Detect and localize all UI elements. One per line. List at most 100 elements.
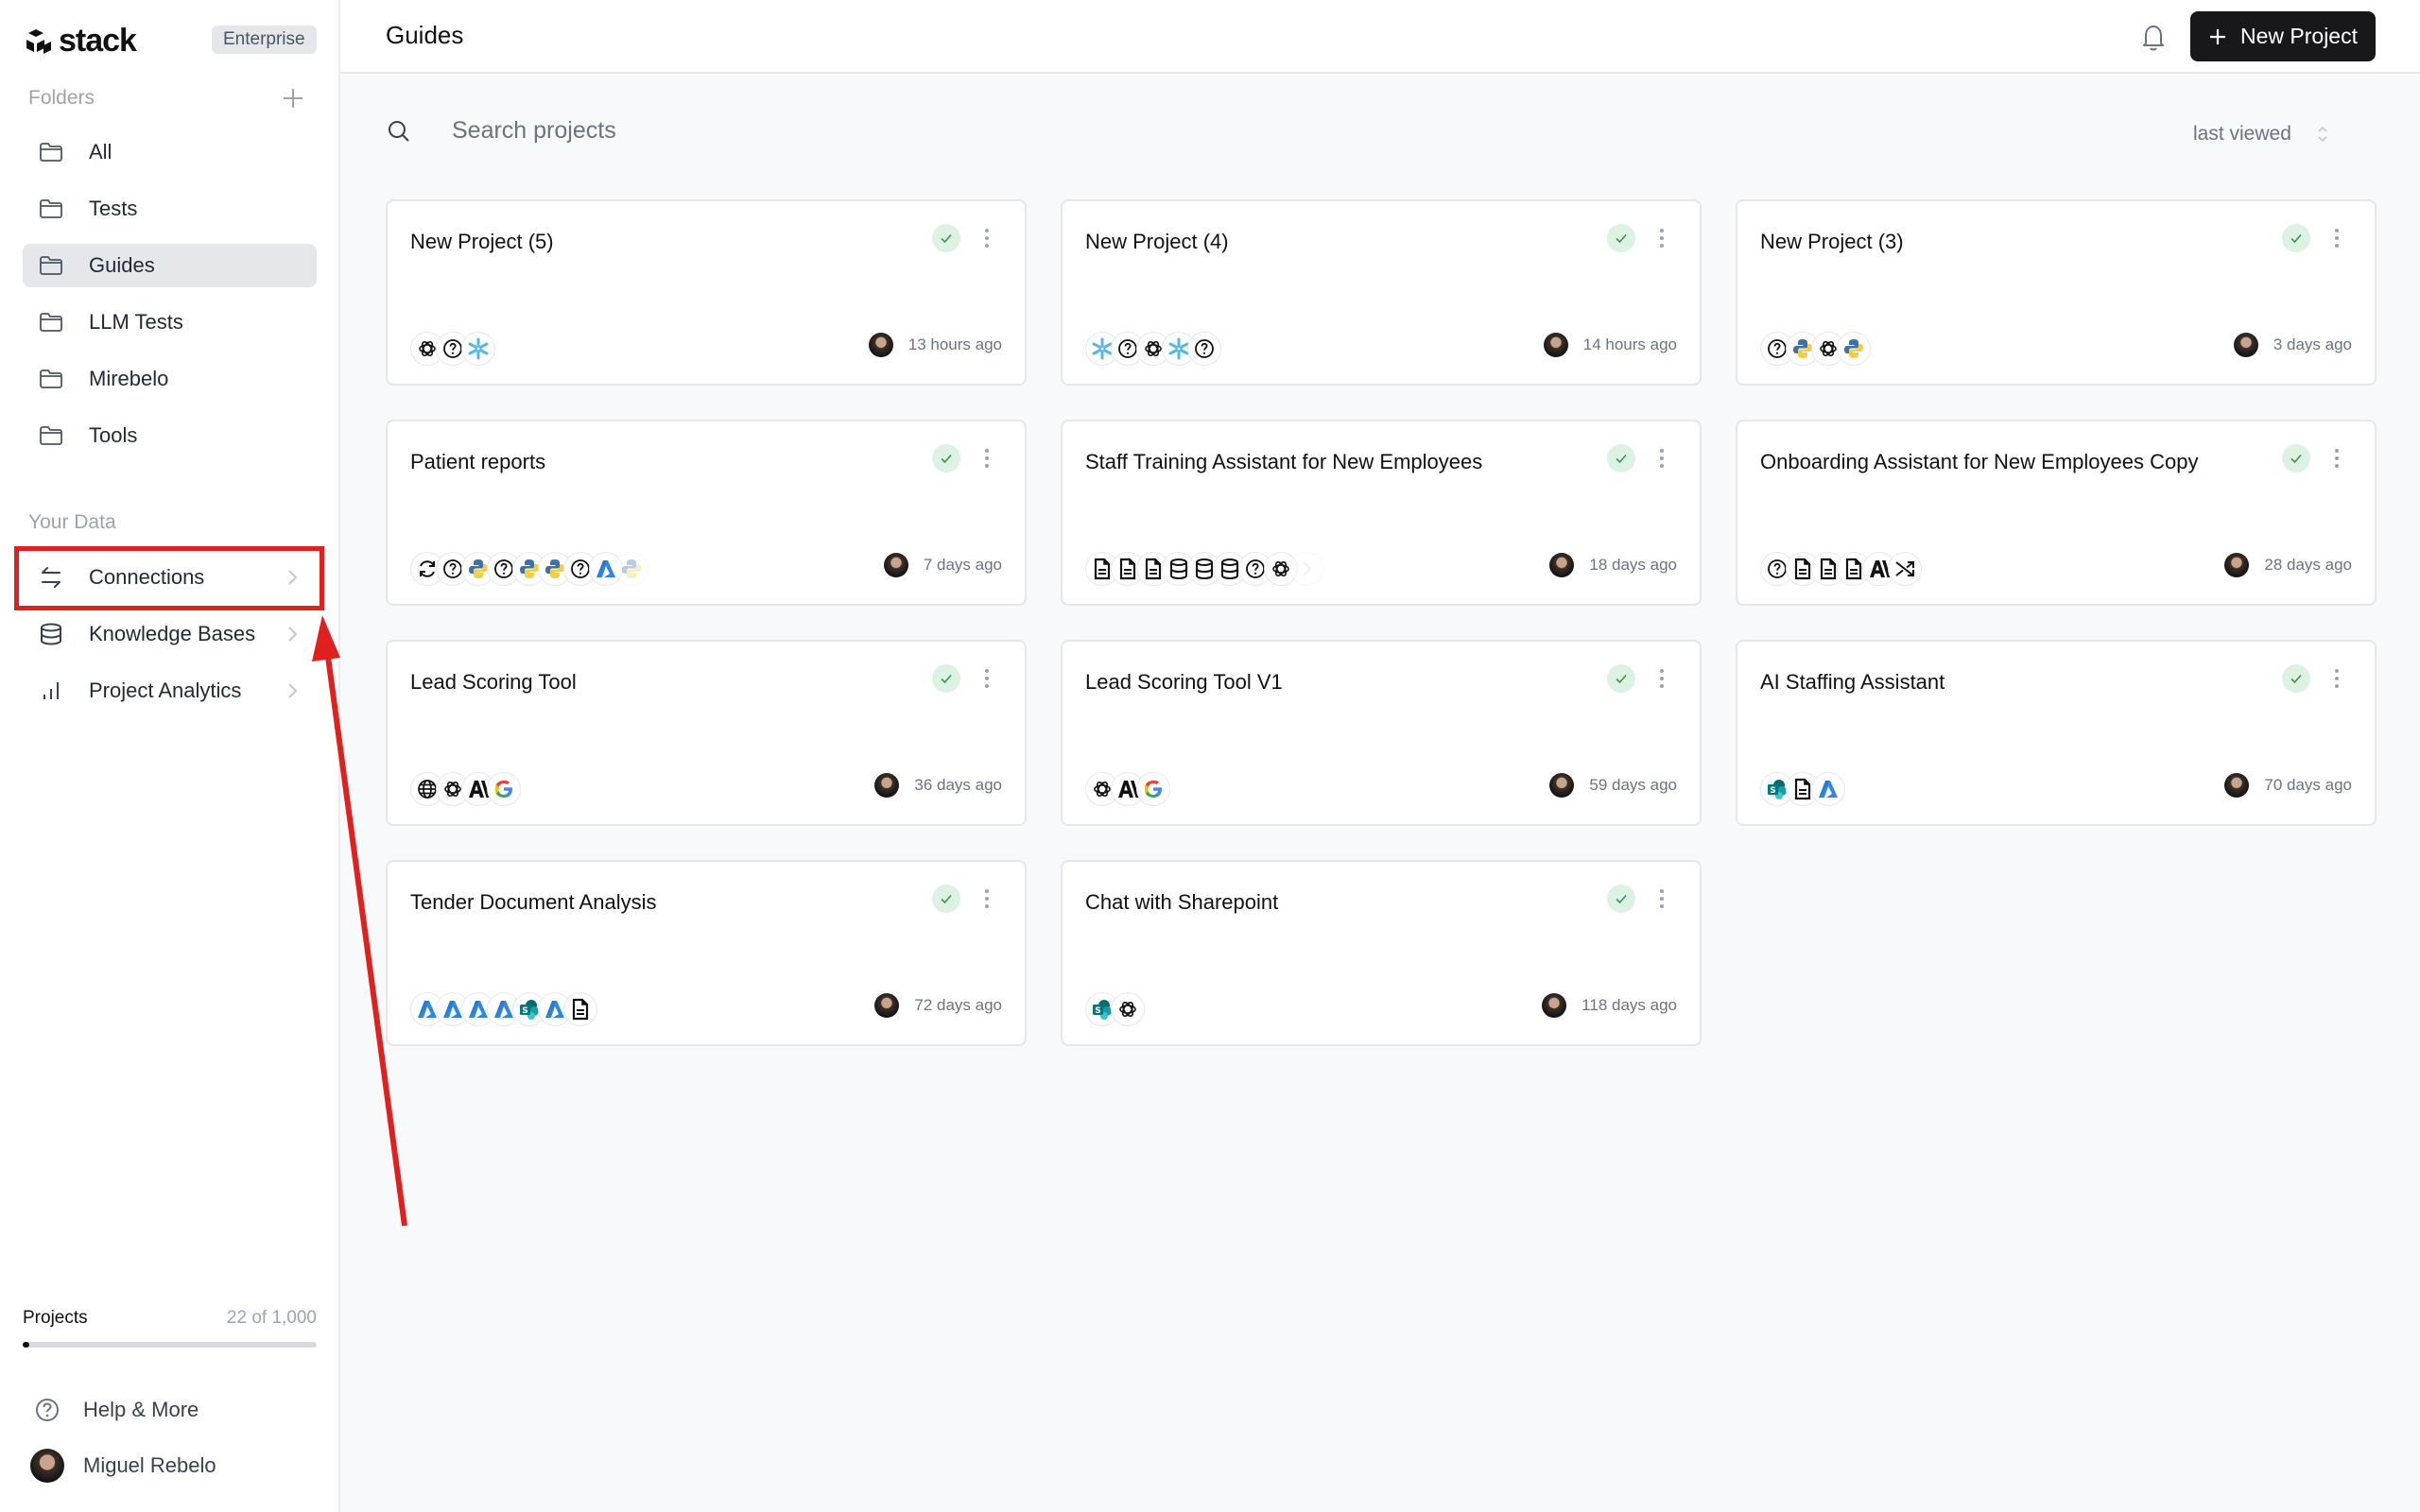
sidebar-folder-tests[interactable]: Tests [23, 187, 317, 231]
more-options-icon[interactable] [1652, 664, 1671, 693]
new-project-button[interactable]: New Project [2190, 11, 2376, 61]
integration-icons: S [410, 992, 597, 1026]
project-title: New Project (3) [1760, 230, 1904, 253]
projects-usage: Projects 22 of 1,000 [23, 1308, 317, 1348]
logo-text: stack [59, 23, 137, 59]
more-options-icon[interactable] [2327, 224, 2346, 252]
integration-icons [1760, 332, 1871, 366]
project-meta: 70 days ago [2224, 773, 2352, 798]
sidebar-folder-all[interactable]: All [23, 130, 317, 174]
project-meta: 72 days ago [874, 993, 1002, 1018]
logo[interactable]: stack [23, 23, 137, 60]
sidebar-folder-mirebelo[interactable]: Mirebelo [23, 357, 317, 401]
bell-icon[interactable] [2138, 21, 2169, 53]
status-check-icon [932, 664, 960, 693]
last-viewed-time: 59 days ago [1589, 776, 1677, 794]
project-title: New Project (4) [1085, 230, 1229, 253]
owner-avatar [1549, 553, 1575, 577]
project-title: Patient reports [410, 450, 546, 473]
more-options-icon[interactable] [977, 444, 996, 472]
sidebar-item-label: Tools [89, 423, 138, 447]
project-card[interactable]: Tender Document Analysis S 72 days ago [386, 860, 1027, 1046]
more-options-icon[interactable] [2327, 444, 2346, 472]
more-options-icon[interactable] [977, 224, 996, 252]
status-check-icon [1607, 885, 1635, 913]
user-profile-button[interactable]: Miguel Rebelo [30, 1449, 216, 1483]
usage-label: Projects [23, 1308, 88, 1328]
search-input[interactable] [452, 117, 1019, 145]
project-meta: 36 days ago [874, 773, 1002, 798]
help-and-more-button[interactable]: Help & More [30, 1393, 199, 1427]
more-options-icon[interactable] [1652, 885, 1671, 913]
owner-avatar [1542, 993, 1567, 1018]
shuffle-icon [1888, 552, 1922, 586]
more-options-icon[interactable] [2327, 664, 2346, 693]
chevron-right-icon [288, 683, 298, 698]
project-title: Tender Document Analysis [410, 890, 657, 914]
user-name: Miguel Rebelo [83, 1453, 216, 1477]
sidebar-folder-guides[interactable]: Guides [23, 244, 317, 287]
project-meta: 59 days ago [1549, 773, 1677, 798]
sidebar-folder-llm-tests[interactable]: LLM Tests [23, 301, 317, 344]
last-viewed-time: 18 days ago [1589, 556, 1677, 574]
help-circle-icon [30, 1393, 64, 1427]
project-card[interactable]: Lead Scoring Tool V1 59 days ago [1061, 640, 1702, 826]
last-viewed-time: 3 days ago [2273, 335, 2352, 353]
status-check-icon [1607, 664, 1635, 693]
search-bar [386, 117, 1019, 145]
annotation-highlight-box [14, 546, 324, 610]
project-meta: 3 days ago [2233, 333, 2352, 357]
sort-select[interactable]: last viewed [2193, 123, 2329, 146]
project-title: AI Staffing Assistant [1760, 670, 1945, 694]
project-card[interactable]: AI Staffing Assistant S 70 days ago [1736, 640, 2377, 826]
owner-avatar [868, 333, 893, 357]
project-card[interactable]: New Project (5) 13 hours ago [386, 199, 1027, 386]
folder-icon [38, 139, 64, 165]
python-icon [614, 552, 648, 586]
integration-icons [410, 332, 495, 366]
integration-icons: S [1760, 772, 1845, 806]
project-meta: 13 hours ago [868, 333, 1002, 357]
project-title: Lead Scoring Tool [410, 670, 577, 694]
chevron-up-down-icon [2318, 126, 2327, 143]
more-options-icon[interactable] [977, 885, 996, 913]
project-card[interactable]: New Project (4) 14 hours ago [1061, 199, 1702, 386]
usage-progress-bar [23, 1342, 317, 1348]
sidebar-item-label: Tests [89, 197, 138, 220]
azure-icon [1811, 772, 1845, 806]
folder-icon [38, 252, 64, 279]
more-options-icon[interactable] [977, 664, 996, 693]
project-meta: 18 days ago [1549, 553, 1677, 577]
folder-icon [38, 196, 64, 222]
sidebar-folder-tools[interactable]: Tools [23, 414, 317, 457]
more-options-icon[interactable] [1652, 224, 1671, 252]
project-meta: 118 days ago [1542, 993, 1677, 1018]
integration-icons [1085, 772, 1170, 806]
owner-avatar [2233, 333, 2258, 357]
owner-avatar [874, 773, 900, 798]
page-title: Guides [386, 21, 464, 49]
last-viewed-time: 70 days ago [2264, 776, 2352, 794]
sidebar-item-project-analytics[interactable]: Project Analytics [23, 669, 317, 713]
sidebar-item-label: Knowledge Bases [89, 622, 256, 645]
bar-chart-icon [38, 678, 64, 704]
status-check-icon [932, 885, 960, 913]
sidebar-item-knowledge-bases[interactable]: Knowledge Bases [23, 612, 317, 656]
usage-count: 22 of 1,000 [226, 1308, 317, 1328]
svg-text:S: S [522, 1006, 527, 1016]
sidebar-item-label: LLM Tests [89, 310, 183, 334]
openai-icon [1111, 992, 1145, 1026]
project-card[interactable]: Staff Training Assistant for New Employe… [1061, 420, 1702, 606]
add-folder-icon[interactable] [280, 85, 306, 112]
project-card[interactable]: New Project (3) 3 days ago [1736, 199, 2377, 386]
sidebar-item-label: Guides [89, 253, 155, 277]
python-icon [1837, 332, 1871, 366]
project-card[interactable]: Chat with Sharepoint S 118 days ago [1061, 860, 1702, 1046]
status-check-icon [932, 224, 960, 252]
database-icon [38, 621, 64, 647]
folder-icon [38, 309, 64, 335]
project-card[interactable]: Patient reports 7 days ago [386, 420, 1027, 606]
project-card[interactable]: Lead Scoring Tool 36 days ago [386, 640, 1027, 826]
project-card[interactable]: Onboarding Assistant for New Employees C… [1736, 420, 2377, 606]
more-options-icon[interactable] [1652, 444, 1671, 472]
